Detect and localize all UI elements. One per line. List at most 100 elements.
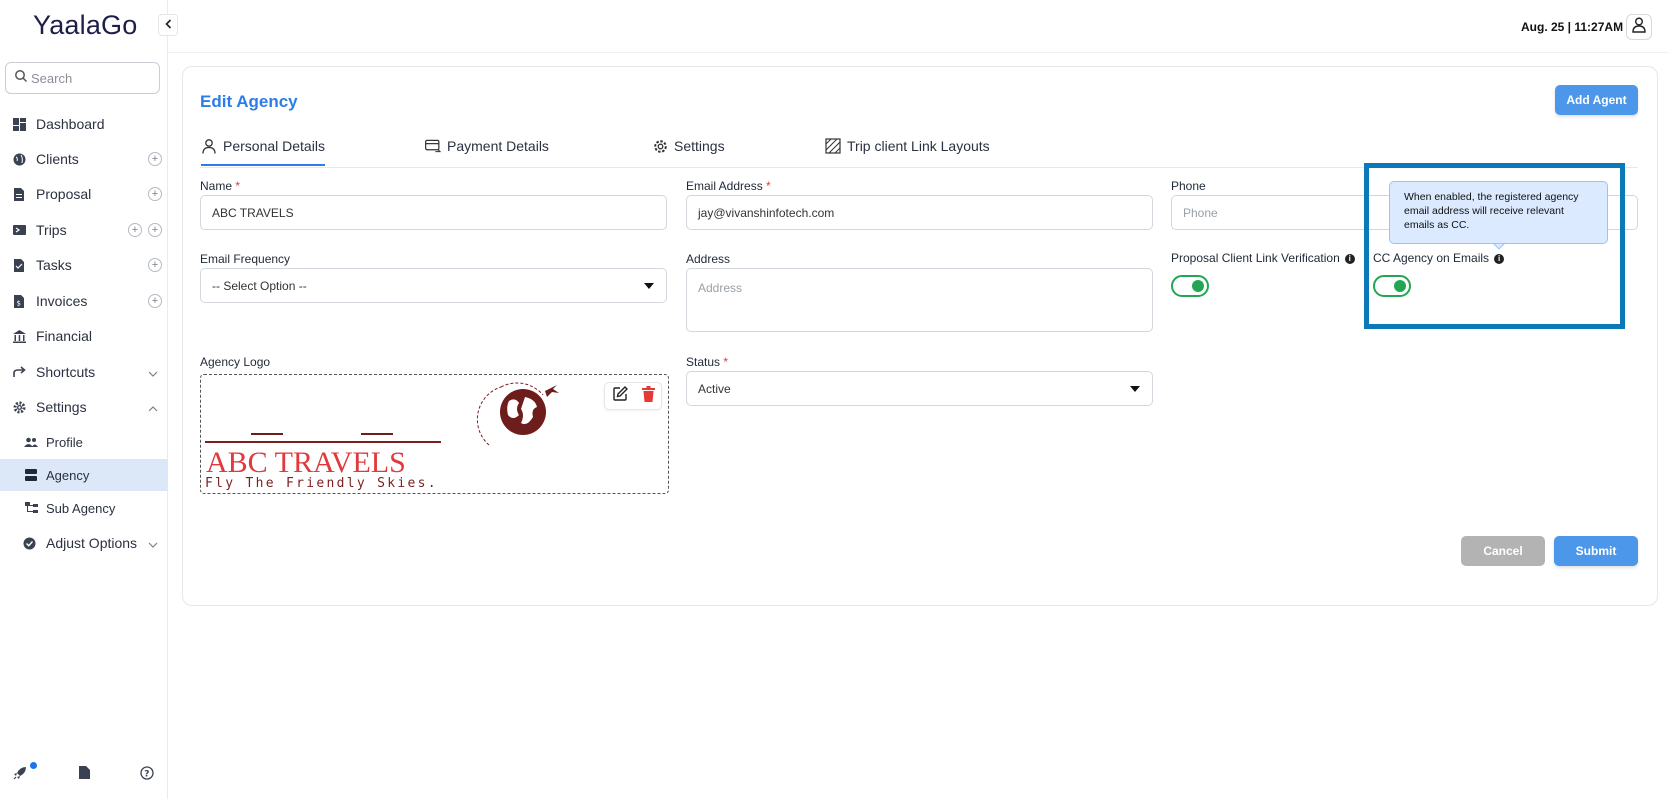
email-frequency-value: -- Select Option -- xyxy=(212,278,307,293)
tab-label: Trip client Link Layouts xyxy=(847,138,990,154)
name-input[interactable]: ABC TRAVELS xyxy=(200,195,667,230)
sidebar-item-clients[interactable]: Clients + xyxy=(0,142,168,176)
caret-down-icon xyxy=(1130,386,1140,392)
status-label: Status * xyxy=(686,355,728,369)
status-select[interactable]: Active xyxy=(686,371,1153,406)
sidebar-item-trips[interactable]: Trips + + xyxy=(0,213,168,247)
name-label: Name * xyxy=(200,179,240,193)
address-label: Address xyxy=(686,252,731,266)
search-box[interactable] xyxy=(5,62,160,94)
add-task-icon[interactable]: + xyxy=(148,258,162,272)
sidebar-item-dashboard[interactable]: Dashboard xyxy=(0,107,168,141)
add-agent-button[interactable]: Add Agent xyxy=(1555,85,1638,115)
sidebar-item-label: Trips xyxy=(36,222,67,238)
status-label-text: Status xyxy=(686,355,721,369)
status-value: Active xyxy=(698,381,731,396)
sidebar-item-invoices[interactable]: $ Invoices + xyxy=(0,284,168,318)
cc-agency-tooltip: When enabled, the registered agency emai… xyxy=(1389,181,1608,244)
agency-logo-label: Agency Logo xyxy=(200,355,271,369)
add-proposal-icon[interactable]: + xyxy=(148,187,162,201)
tab-trip-client-link-layouts[interactable]: Trip client Link Layouts xyxy=(825,138,990,166)
address-textarea[interactable]: Address xyxy=(686,268,1153,332)
email-label-text: Email Address xyxy=(686,179,763,193)
check-circle-icon xyxy=(22,536,36,550)
help-icon[interactable]: ? xyxy=(140,766,154,785)
sidebar-subitem-label: Profile xyxy=(46,434,83,450)
tab-personal-details[interactable]: Personal Details xyxy=(201,138,325,166)
cancel-button[interactable]: Cancel xyxy=(1461,536,1545,566)
agency-logo-image: ABC TRAVELS Fly The Friendly Skies. xyxy=(205,382,559,491)
collapse-sidebar-button[interactable] xyxy=(158,14,178,36)
header-divider xyxy=(168,52,1669,53)
sidebar-item-settings[interactable]: Settings xyxy=(0,390,168,424)
sidebar-item-label: Shortcuts xyxy=(36,364,96,380)
toggle-knob xyxy=(1192,280,1204,292)
proposal-verification-label: Proposal Client Link Verification i xyxy=(1171,251,1355,265)
invoice-icon: $ xyxy=(12,294,26,308)
bank-icon xyxy=(12,329,26,343)
layout-map-icon xyxy=(825,138,841,154)
sidebar-subitem-label: Agency xyxy=(46,467,90,483)
email-frequency-select[interactable]: -- Select Option -- xyxy=(200,268,667,303)
sidebar-item-label: Proposal xyxy=(36,186,92,202)
dashboard-icon xyxy=(12,117,26,131)
sidebar-subitem-agency[interactable]: Agency xyxy=(0,459,168,491)
email-frequency-label: Email Frequency xyxy=(200,252,291,266)
chevron-up-icon[interactable] xyxy=(148,399,158,415)
add-trip-secondary-icon[interactable]: + xyxy=(148,223,162,237)
sidebar-item-label: Tasks xyxy=(36,257,72,273)
proposal-verification-toggle[interactable] xyxy=(1171,275,1209,297)
sidebar-item-tasks[interactable]: Tasks + xyxy=(0,248,168,282)
file-icon[interactable] xyxy=(79,766,90,784)
user-menu-button[interactable] xyxy=(1626,14,1652,40)
brand-logo[interactable]: YaalaGo xyxy=(33,10,137,41)
edit-icon[interactable] xyxy=(612,385,629,407)
add-trip-icon[interactable]: + xyxy=(128,223,142,237)
info-icon[interactable]: i xyxy=(1344,253,1355,264)
search-icon xyxy=(14,69,28,88)
chevron-left-icon xyxy=(164,16,172,34)
share-arrow-icon xyxy=(12,365,26,379)
chevron-down-icon[interactable] xyxy=(148,364,158,380)
document-icon xyxy=(12,187,26,201)
sidebar-subitem-profile[interactable]: Profile xyxy=(0,426,168,458)
gear-icon xyxy=(12,400,26,414)
add-invoice-icon[interactable]: + xyxy=(148,294,162,308)
sidebar-item-label: Financial xyxy=(36,328,93,344)
rocket-icon[interactable] xyxy=(13,766,27,785)
person-icon xyxy=(201,138,217,154)
name-label-text: Name xyxy=(200,179,233,193)
sidebar-item-shortcuts[interactable]: Shortcuts xyxy=(0,355,168,389)
required-mark: * xyxy=(723,355,729,369)
sidebar-item-financial[interactable]: Financial xyxy=(0,319,168,353)
credit-card-icon xyxy=(425,138,441,154)
trash-icon[interactable] xyxy=(641,385,655,407)
add-client-icon[interactable]: + xyxy=(148,152,162,166)
required-mark: * xyxy=(766,179,771,193)
sidebar-item-label: Dashboard xyxy=(36,116,105,132)
search-input[interactable] xyxy=(31,70,151,86)
sidebar-item-label: Clients xyxy=(36,151,79,167)
sidebar-item-adjust-options[interactable]: Adjust Options xyxy=(0,526,168,560)
tab-payment-details[interactable]: Payment Details xyxy=(425,138,549,166)
agency-logo-dropzone[interactable]: ABC TRAVELS Fly The Friendly Skies. xyxy=(200,374,669,494)
sidebar-item-label: Invoices xyxy=(36,293,88,309)
tasks-icon xyxy=(12,258,26,272)
logo-tagline: Fly The Friendly Skies. xyxy=(205,476,438,491)
svg-text:$: $ xyxy=(17,299,21,307)
users-icon xyxy=(24,435,38,449)
sidebar-item-proposal[interactable]: Proposal + xyxy=(0,177,168,211)
page-title: Edit Agency xyxy=(200,92,298,111)
svg-text:?: ? xyxy=(144,770,149,780)
globe-icon xyxy=(12,152,26,166)
tab-label: Payment Details xyxy=(447,138,549,154)
chevron-down-icon[interactable] xyxy=(148,535,158,551)
sidebar-subitem-label: Sub Agency xyxy=(46,500,116,516)
tab-settings[interactable]: Settings xyxy=(652,138,725,166)
sidebar: YaalaGo Dashboard Clients + Proposal + T… xyxy=(0,0,168,799)
email-input[interactable]: jay@vivanshinfotech.com xyxy=(686,195,1153,230)
submit-button[interactable]: Submit xyxy=(1554,536,1638,566)
user-icon xyxy=(1632,17,1646,38)
notification-dot xyxy=(30,762,37,769)
sidebar-subitem-sub-agency[interactable]: Sub Agency xyxy=(0,492,168,524)
